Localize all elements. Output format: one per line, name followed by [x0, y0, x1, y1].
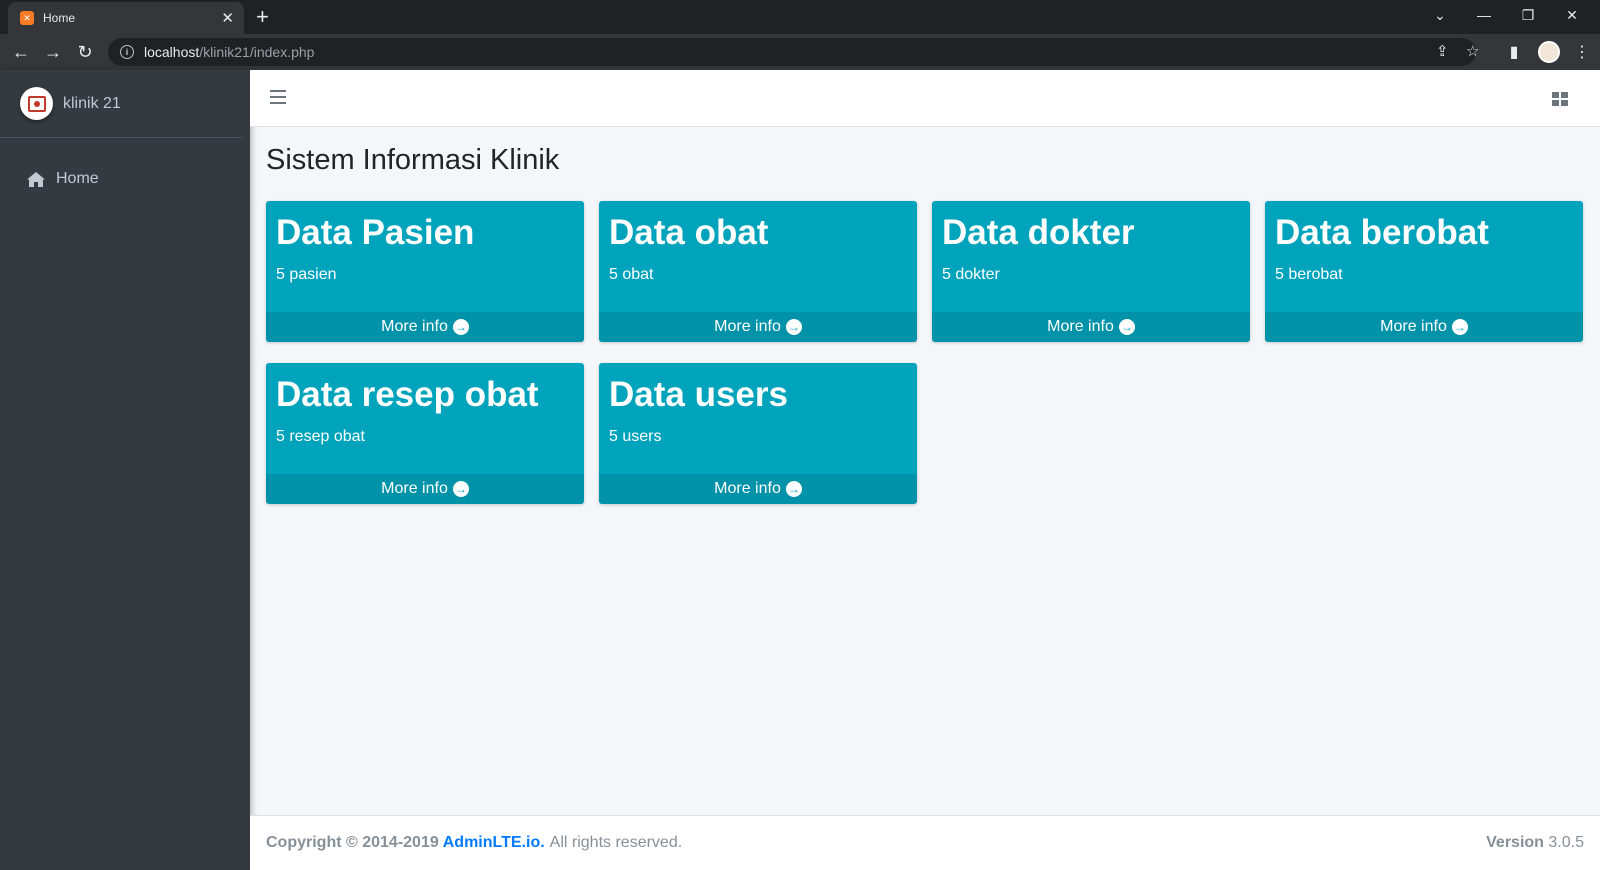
back-button[interactable]: ← [8, 40, 34, 64]
arrow-circle-right-icon: → [1118, 319, 1135, 335]
home-icon [27, 171, 45, 187]
menu-kebab-icon[interactable]: ⋮ [1570, 40, 1594, 64]
adminlte-link[interactable]: AdminLTE.io. [443, 834, 545, 852]
version-info: Version 3.0.5 [1486, 834, 1584, 852]
sidebar-item-label: Home [56, 170, 99, 187]
forward-button[interactable]: → [40, 40, 66, 64]
page-title: Sistem Informasi Klinik [266, 144, 560, 176]
more-info-label: More info [381, 318, 448, 335]
browser-tab-strip: ✕ Home ✕ + ⌄ — ❐ ✕ [0, 0, 1600, 34]
small-box-pasien: Data Pasien 5 pasien More info → [266, 201, 584, 342]
box-heading: Data users [609, 375, 788, 414]
share-icon[interactable]: ⇪ [1436, 42, 1449, 60]
box-count: 5 pasien [276, 266, 337, 283]
box-count: 5 berobat [1275, 266, 1343, 283]
arrow-circle-right-icon: → [452, 319, 469, 335]
bookmark-star-icon[interactable]: ☆ [1466, 42, 1479, 60]
more-info-link[interactable]: More info → [266, 312, 584, 342]
more-info-label: More info [1380, 318, 1447, 335]
box-heading: Data Pasien [276, 213, 475, 252]
browser-tab[interactable]: ✕ Home ✕ [8, 2, 244, 34]
main-footer: Copyright © 2014-2019 AdminLTE.io. All r… [250, 815, 1600, 870]
profile-avatar[interactable] [1538, 41, 1560, 63]
reload-button[interactable]: ↻ [72, 40, 98, 64]
clinic-logo-icon [20, 87, 53, 120]
address-bar[interactable]: i localhost/klinik21/index.php [108, 38, 1476, 66]
brand-link[interactable]: klinik 21 [0, 70, 242, 138]
arrow-circle-right-icon: → [785, 481, 802, 497]
box-heading: Data dokter [942, 213, 1135, 252]
menu-toggle-icon[interactable] [270, 90, 286, 104]
restore-button[interactable]: ❐ [1506, 0, 1550, 30]
arrow-circle-right-icon: → [452, 481, 469, 497]
more-info-label: More info [1047, 318, 1114, 335]
browser-toolbar: ← → ↻ i localhost/klinik21/index.php ⇪ ☆… [0, 34, 1600, 70]
more-info-label: More info [714, 318, 781, 335]
box-heading: Data berobat [1275, 213, 1489, 252]
version-label: Version [1486, 834, 1544, 851]
sidebar-item-home[interactable]: Home [8, 160, 242, 198]
tab-title: Home [43, 11, 76, 25]
more-info-link[interactable]: More info → [599, 474, 917, 504]
small-box-dokter: Data dokter 5 dokter More info → [932, 201, 1250, 342]
main-sidebar: klinik 21 Home [0, 70, 250, 870]
box-count: 5 resep obat [276, 428, 365, 445]
control-sidebar-grid-icon[interactable] [1552, 92, 1568, 106]
more-info-link[interactable]: More info → [932, 312, 1250, 342]
copyright-text: Copyright © 2014-2019 [266, 834, 439, 851]
more-info-link[interactable]: More info → [1265, 312, 1583, 342]
xampp-icon: ✕ [20, 11, 34, 25]
close-window-button[interactable]: ✕ [1550, 0, 1594, 30]
tab-search-icon[interactable]: ⌄ [1418, 0, 1462, 30]
url-path: /klinik21/index.php [199, 44, 315, 60]
arrow-circle-right-icon: → [1451, 319, 1468, 335]
small-box-berobat: Data berobat 5 berobat More info → [1265, 201, 1583, 342]
brand-text: klinik 21 [63, 94, 121, 112]
more-info-label: More info [381, 480, 448, 497]
new-tab-button[interactable]: + [256, 4, 269, 30]
rights-text: All rights reserved. [549, 834, 683, 851]
version-number: 3.0.5 [1548, 834, 1584, 851]
minimize-button[interactable]: — [1462, 0, 1506, 30]
more-info-link[interactable]: More info → [266, 474, 584, 504]
small-box-obat: Data obat 5 obat More info → [599, 201, 917, 342]
box-count: 5 users [609, 428, 662, 445]
box-count: 5 obat [609, 266, 654, 283]
arrow-circle-right-icon: → [785, 319, 802, 335]
small-box-resep-obat: Data resep obat 5 resep obat More info → [266, 363, 584, 504]
small-box-users: Data users 5 users More info → [599, 363, 917, 504]
more-info-link[interactable]: More info → [599, 312, 917, 342]
box-count: 5 dokter [942, 266, 1000, 283]
side-panel-icon[interactable]: ▮ [1502, 40, 1526, 64]
url-host: localhost [144, 44, 200, 60]
close-tab-icon[interactable]: ✕ [221, 9, 234, 27]
box-heading: Data obat [609, 213, 769, 252]
box-heading: Data resep obat [276, 375, 539, 414]
top-navbar [250, 70, 1600, 127]
site-info-icon[interactable]: i [120, 45, 134, 59]
more-info-label: More info [714, 480, 781, 497]
